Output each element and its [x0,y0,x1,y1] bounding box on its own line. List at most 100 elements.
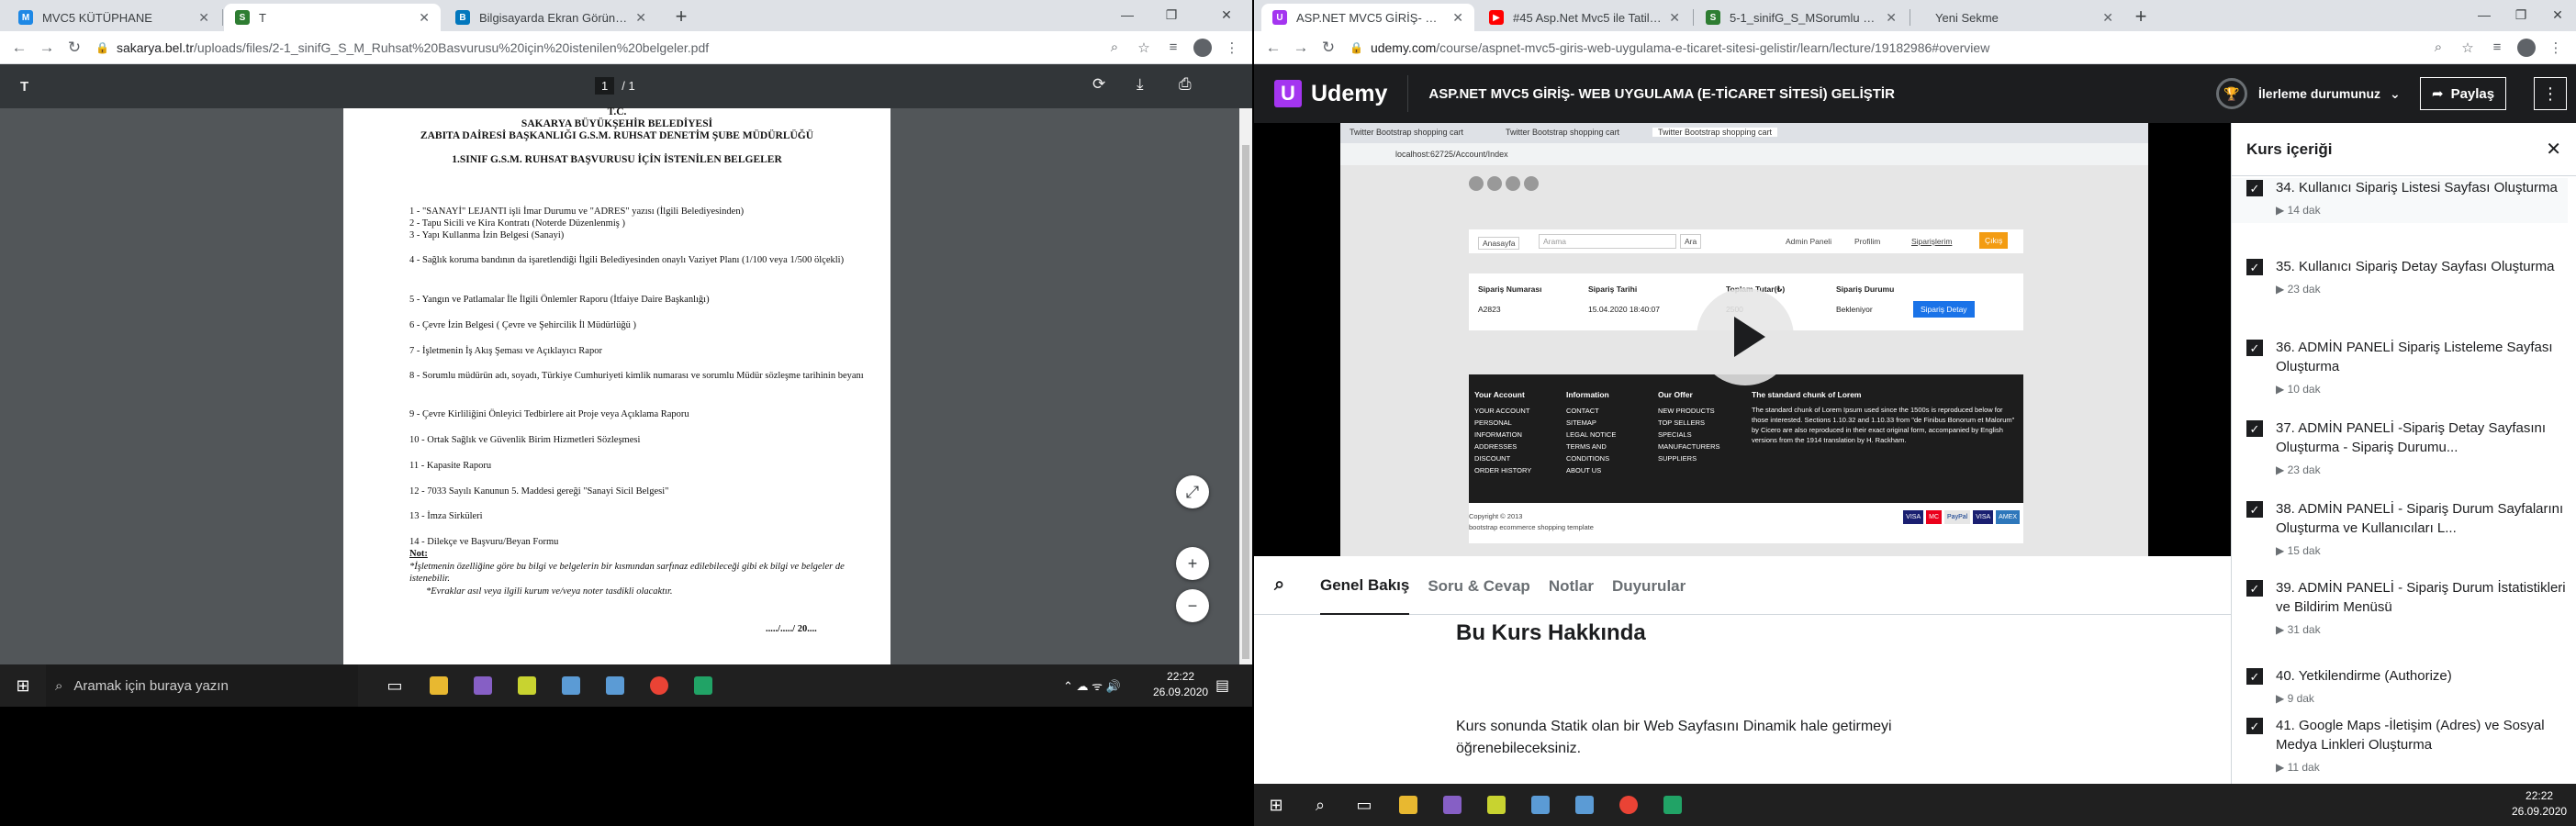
close-icon[interactable]: ✕ [2546,138,2561,161]
profile-avatar[interactable] [1193,38,1212,57]
minimize-button[interactable]: — [2466,0,2503,29]
forward-icon[interactable]: → [1287,39,1315,57]
share-button[interactable]: ➦ Paylaş [2420,77,2507,110]
tab-udemy-course[interactable]: U ASP.NET MVC5 GİRİŞ- WEB UYGU ✕ [1261,4,1474,31]
forward-icon[interactable]: → [33,39,61,57]
zoom-in-button[interactable]: + [1176,547,1209,580]
clock[interactable]: 22:22 26.09.2020 [1153,669,1208,700]
excel-icon[interactable] [694,676,712,695]
clock[interactable]: 22:22 26.09.2020 [2512,788,2567,820]
checkbox-checked-icon[interactable]: ✓ [2246,718,2263,734]
course-title[interactable]: ASP.NET MVC5 GİRİŞ- WEB UYGULAMA (E-TİCA… [1428,86,1895,102]
download-icon[interactable]: ⤓ [1137,75,1144,94]
reading-list-icon[interactable]: ≡ [1159,39,1188,55]
excel-icon[interactable] [1663,796,1682,814]
windows-start-icon[interactable]: ⊞ [1254,796,1298,815]
lecture-item[interactable]: ✓ 40. Yetkilendirme (Authorize) ▶ 9 dak [2232,666,2568,706]
close-tab-icon[interactable]: ✕ [2102,10,2113,26]
notifications-icon[interactable]: ▤ [1215,676,1229,695]
rotate-icon[interactable]: ⟳ [1092,75,1105,94]
visual-studio-icon[interactable] [474,676,492,695]
checkbox-checked-icon[interactable]: ✓ [2246,340,2263,356]
menu-icon[interactable]: ⋮ [2541,39,2570,56]
maximize-button[interactable]: ❐ [2503,0,2539,29]
progress-dropdown[interactable]: 🏆 İlerleme durumunuz ⌄ [2216,78,2401,109]
checkbox-checked-icon[interactable]: ✓ [2246,180,2263,196]
pdf-scrollbar[interactable] [1239,108,1252,668]
tab-pdf-sorumlu-mudur[interactable]: S 5-1_sinifG_S_MSorumlu müdür ir ✕ [1695,4,1908,31]
taskbar-search-box[interactable]: ⌕ Aramak için buraya yazın [46,664,358,707]
print-icon[interactable]: ⎙ [1179,75,1192,94]
lecture-item[interactable]: ✓ 38. ADMİN PANELİ - Sipariş Durum Sayfa… [2232,499,2568,558]
lecture-item[interactable]: ✓ 34. Kullanıcı Sipariş Listesi Sayfası … [2232,178,2568,223]
close-tab-icon[interactable]: ✕ [635,10,646,26]
search-icon[interactable]: ⌕ [1298,796,1342,815]
back-icon[interactable]: ← [1260,39,1287,57]
address-bar[interactable]: 🔒 udemy.com/course/aspnet-mvc5-giris-web… [1342,35,2424,61]
close-tab-icon[interactable]: ✕ [1452,10,1463,26]
minimize-button[interactable]: — [1109,0,1146,29]
checkbox-checked-icon[interactable]: ✓ [2246,501,2263,518]
fit-page-button[interactable]: ⤢ [1176,475,1209,508]
ssms-icon[interactable] [1531,796,1550,814]
visual-studio-icon[interactable] [1443,796,1462,814]
zoom-out-button[interactable]: − [1176,589,1209,622]
play-button[interactable] [1697,288,1794,385]
checkbox-checked-icon[interactable]: ✓ [2246,259,2263,275]
close-tab-icon[interactable]: ✕ [419,10,430,26]
ssms-icon[interactable] [1575,796,1594,814]
bookmark-star-icon[interactable]: ☆ [2453,39,2482,56]
app-icon[interactable] [518,676,536,695]
tab-soru-cevap[interactable]: Soru & Cevap [1428,557,1529,614]
video-player[interactable]: Twitter Bootstrap shopping cart Twitter … [1254,123,2231,556]
lecture-item[interactable]: ✓ 36. ADMİN PANELİ Sipariş Listeleme Say… [2232,338,2568,396]
task-view-icon[interactable]: ▭ [373,676,417,696]
search-icon[interactable]: ⌕ [1100,39,1129,55]
reading-list-icon[interactable]: ≡ [2482,39,2512,55]
tab-mvc5-kutuphane[interactable]: M MVC5 KÜTÜPHANE ✕ [7,4,220,31]
close-window-button[interactable]: ✕ [2539,0,2576,29]
close-tab-icon[interactable]: ✕ [198,10,209,26]
lecture-item[interactable]: ✓ 41. Google Maps -İletişim (Adres) ve S… [2232,716,2568,775]
close-tab-icon[interactable]: ✕ [1886,10,1897,26]
tab-ekran-goruntusu[interactable]: B Bilgisayarda Ekran Görüntüsü Na ✕ [444,4,657,31]
udemy-logo[interactable]: U Udemy [1274,80,1387,107]
new-tab-button[interactable]: + [2128,4,2154,29]
chrome-icon[interactable] [650,676,668,695]
tab-youtube-video[interactable]: ▶ #45 Asp.Net Mvc5 ile Tatil Seyah ✕ [1478,4,1691,31]
close-window-button[interactable]: ✕ [1208,0,1245,29]
system-tray-icons[interactable]: ⌃ ☁ ᯤ 🔊 [1063,677,1121,694]
windows-start-icon[interactable]: ⊞ [0,676,46,696]
file-explorer-icon[interactable] [430,676,448,695]
menu-icon[interactable]: ⋮ [1217,39,1247,56]
lecture-item[interactable]: ✓ 39. ADMİN PANELİ - Sipariş Durum İstat… [2232,578,2568,637]
app-icon[interactable] [1487,796,1506,814]
checkbox-checked-icon[interactable]: ✓ [2246,420,2263,437]
maximize-button[interactable]: ❐ [1153,0,1190,29]
tab-pdf-document[interactable]: S T ✕ [224,4,441,31]
reload-icon[interactable]: ↻ [61,39,88,57]
task-view-icon[interactable]: ▭ [1342,796,1386,815]
new-tab-button[interactable]: + [668,4,694,29]
checkbox-checked-icon[interactable]: ✓ [2246,668,2263,685]
tab-notlar[interactable]: Notlar [1549,557,1594,614]
page-number-input[interactable]: 1 [595,77,615,95]
ssms-icon[interactable] [606,676,624,695]
tab-genel-bakis[interactable]: Genel Bakış [1320,556,1410,615]
tab-duyurular[interactable]: Duyurular [1612,557,1686,614]
file-explorer-icon[interactable] [1399,796,1417,814]
lecture-item[interactable]: ✓ 37. ADMİN PANELİ -Sipariş Detay Sayfas… [2232,419,2568,477]
close-tab-icon[interactable]: ✕ [1669,10,1680,26]
chrome-icon[interactable] [1619,796,1638,814]
profile-avatar[interactable] [2517,38,2536,57]
search-icon[interactable]: ⌕ [2424,39,2453,55]
lecture-item[interactable]: ✓ 35. Kullanıcı Sipariş Detay Sayfası Ol… [2232,257,2568,296]
tab-new[interactable]: Yeni Sekme ✕ [1911,4,2124,31]
bookmark-star-icon[interactable]: ☆ [1129,39,1159,56]
ssms-icon[interactable] [562,676,580,695]
address-bar[interactable]: 🔒 sakarya.bel.tr/uploads/files/2-1_sinif… [88,35,1100,61]
more-options-button[interactable]: ⋮ [2534,77,2567,110]
back-icon[interactable]: ← [6,39,33,57]
search-icon[interactable]: ⌕ [1274,575,1302,596]
reload-icon[interactable]: ↻ [1315,39,1342,57]
